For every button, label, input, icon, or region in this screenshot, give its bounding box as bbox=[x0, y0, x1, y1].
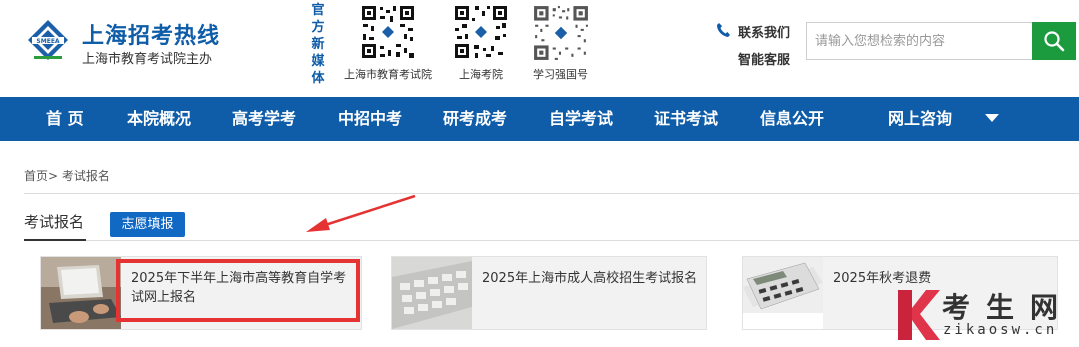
media-char: 官 bbox=[311, 3, 325, 18]
nav-item-consult[interactable]: 网上咨询 bbox=[888, 97, 952, 141]
main-nav: 首 页 本院概况 高考学考 中招中考 研考成考 自学考试 证书考试 信息公开 网… bbox=[0, 97, 1079, 141]
nav-item-home[interactable]: 首 页 bbox=[46, 97, 84, 141]
nav-item-gaokao[interactable]: 高考学考 bbox=[232, 97, 296, 141]
media-char: 体 bbox=[311, 71, 325, 86]
qr-code-icon bbox=[532, 4, 590, 62]
qr-code-icon bbox=[453, 4, 509, 60]
media-char: 方 bbox=[311, 20, 325, 35]
divider bbox=[86, 240, 1079, 241]
news-card[interactable]: 2025年上海市成人高校招生考试报名 bbox=[391, 256, 707, 330]
chevron-down-icon[interactable] bbox=[984, 113, 1000, 123]
laptop-photo-icon bbox=[41, 257, 121, 329]
qr-caption: 上海考院 bbox=[459, 68, 503, 81]
smart-service-link[interactable]: 智能客服 bbox=[738, 49, 790, 68]
phone-icon bbox=[717, 23, 730, 37]
tab-underline bbox=[24, 239, 86, 241]
contact-us-link[interactable]: 联系我们 bbox=[738, 22, 790, 41]
search-input[interactable] bbox=[806, 22, 1032, 60]
page: SMEEA 上海招考热线 上海市教育考试院主办 官 方 新 媒 体 上海市教育考… bbox=[0, 0, 1079, 347]
divider bbox=[24, 193, 1079, 194]
card-title[interactable]: 2025年上海市成人高校招生考试报名 bbox=[482, 269, 702, 288]
media-char: 新 bbox=[311, 37, 325, 52]
search-icon bbox=[1044, 31, 1065, 52]
site-logo[interactable]: SMEEA 上海招考热线 上海市教育考试院主办 bbox=[24, 18, 234, 70]
nav-item-yankao[interactable]: 研考成考 bbox=[443, 97, 507, 141]
tab-volunteer-filling[interactable]: 志愿填报 bbox=[110, 212, 185, 237]
nav-item-about[interactable]: 本院概况 bbox=[127, 97, 191, 141]
smeea-logo-icon: SMEEA bbox=[28, 20, 68, 60]
media-char: 媒 bbox=[311, 54, 325, 69]
highlight-box bbox=[116, 259, 360, 322]
watermark-title: 考生网 bbox=[942, 291, 1075, 324]
nav-item-info[interactable]: 信息公开 bbox=[760, 97, 824, 141]
nav-item-zikao[interactable]: 自学考试 bbox=[549, 97, 613, 141]
keyboard-photo-icon bbox=[392, 257, 472, 329]
annotation-arrow-icon bbox=[306, 194, 416, 232]
tab-exam-registration[interactable]: 考试报名 bbox=[24, 211, 84, 232]
qr-caption: 学习强国号 bbox=[533, 68, 588, 81]
official-media-label: 官 方 新 媒 体 bbox=[310, 2, 326, 87]
site-subtitle: 上海市教育考试院主办 bbox=[82, 52, 213, 67]
calculator-photo-icon bbox=[743, 257, 823, 329]
qr-code-icon bbox=[360, 4, 416, 60]
search-button[interactable] bbox=[1032, 22, 1076, 60]
qr-caption: 上海市教育考试院 bbox=[344, 68, 432, 81]
breadcrumb[interactable]: 首页> 考试报名 bbox=[24, 167, 110, 184]
nav-item-certificate[interactable]: 证书考试 bbox=[654, 97, 718, 141]
nav-item-zhongkao[interactable]: 中招中考 bbox=[338, 97, 402, 141]
site-title: 上海招考热线 bbox=[82, 24, 221, 49]
watermark-domain: zikaosw.cn bbox=[943, 322, 1058, 338]
logo-badge-text: SMEEA bbox=[36, 38, 59, 45]
